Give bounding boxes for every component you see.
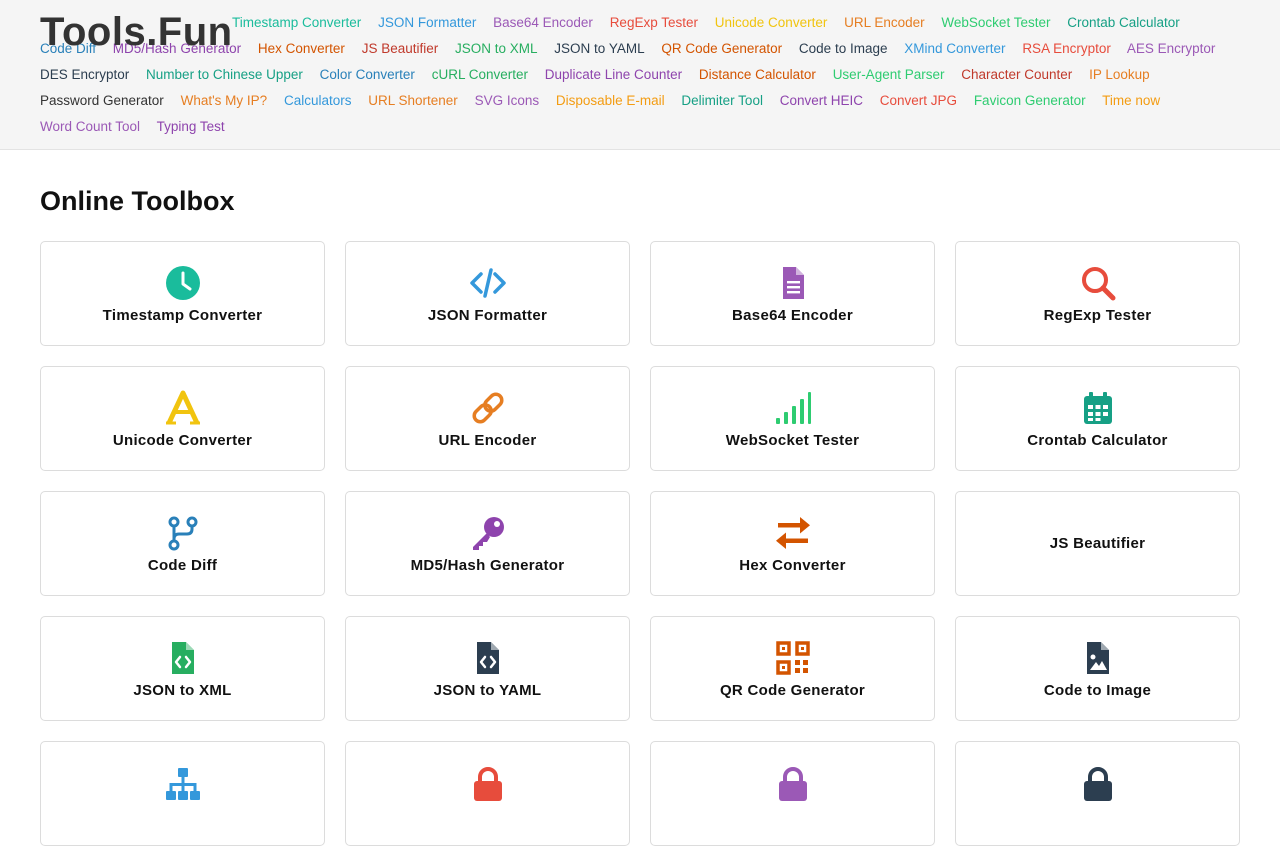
nav-link-unicode-converter[interactable]: Unicode Converter: [715, 15, 828, 30]
page-title: Online Toolbox: [40, 186, 235, 216]
nav-link-json-to-xml[interactable]: JSON to XML: [455, 41, 538, 56]
nav-link-des-encryptor[interactable]: DES Encryptor: [40, 67, 129, 82]
nav-link-json-formatter[interactable]: JSON Formatter: [378, 15, 476, 30]
nav-link-favicon-generator[interactable]: Favicon Generator: [974, 93, 1086, 108]
nav-link-xmind-converter[interactable]: XMind Converter: [904, 41, 1005, 56]
lock-icon: [773, 764, 813, 804]
tool-card-label: JS Beautifier: [1049, 535, 1146, 552]
tool-card-label: JSON to YAML: [433, 682, 542, 699]
qrcode-icon: [773, 638, 813, 678]
calendar-icon: [1078, 388, 1118, 428]
exchange-icon: [773, 513, 813, 553]
code-branch-icon: [163, 513, 203, 553]
signal-icon: [773, 388, 813, 428]
tool-card-label: WebSocket Tester: [725, 432, 860, 449]
tool-card-label: QR Code Generator: [719, 682, 866, 699]
search-icon: [1078, 263, 1118, 303]
nav-link-curl-converter[interactable]: cURL Converter: [432, 67, 528, 82]
nav-link-url-shortener[interactable]: URL Shortener: [368, 93, 458, 108]
nav-link-delimiter-tool[interactable]: Delimiter Tool: [681, 93, 763, 108]
nav-link-number-to-chinese-upper[interactable]: Number to Chinese Upper: [146, 67, 303, 82]
tool-card-hex-converter[interactable]: Hex Converter: [650, 491, 935, 596]
nav-link-distance-calculator[interactable]: Distance Calculator: [699, 67, 816, 82]
nav-link-disposable-e-mail[interactable]: Disposable E-mail: [556, 93, 665, 108]
nav-link-convert-heic[interactable]: Convert HEIC: [780, 93, 863, 108]
file-text-icon: [773, 263, 813, 303]
key-icon: [468, 513, 508, 553]
nav-link-js-beautifier[interactable]: JS Beautifier: [362, 41, 439, 56]
tool-card-label: Unicode Converter: [112, 432, 253, 449]
tool-card-timestamp-converter[interactable]: Timestamp Converter: [40, 241, 325, 346]
nav-link-ip-lookup[interactable]: IP Lookup: [1089, 67, 1150, 82]
site-header: Timestamp Converter JSON Formatter Base6…: [0, 0, 1280, 150]
tool-card[interactable]: [40, 741, 325, 846]
code-icon: [468, 263, 508, 303]
nav-link-crontab-calculator[interactable]: Crontab Calculator: [1067, 15, 1180, 30]
site-logo[interactable]: Tools.Fun: [40, 10, 233, 55]
tool-card-regexp-tester[interactable]: RegExp Tester: [955, 241, 1240, 346]
file-code-icon: [163, 638, 203, 678]
nav-link-word-count-tool[interactable]: Word Count Tool: [40, 119, 140, 134]
lock-icon: [468, 764, 508, 804]
nav-link-convert-jpg[interactable]: Convert JPG: [880, 93, 957, 108]
tool-card[interactable]: [345, 741, 630, 846]
tool-card-label: Code Diff: [147, 557, 218, 574]
tool-card[interactable]: [650, 741, 935, 846]
tool-card-json-formatter[interactable]: JSON Formatter: [345, 241, 630, 346]
tool-card-label: Crontab Calculator: [1027, 432, 1168, 449]
nav-link-code-to-image[interactable]: Code to Image: [799, 41, 888, 56]
nav-link-svg-icons[interactable]: SVG Icons: [475, 93, 540, 108]
tool-card-label: Base64 Encoder: [732, 307, 853, 324]
tool-grid: Timestamp Converter JSON Formatter Base64 …: [40, 241, 1240, 846]
tool-card-websocket-tester[interactable]: WebSocket Tester: [650, 366, 935, 471]
nav-link-character-counter[interactable]: Character Counter: [961, 67, 1072, 82]
tool-card-label: MD5/Hash Generator: [410, 557, 565, 574]
tool-card-label: JSON to XML: [133, 682, 232, 699]
nav-link-hex-converter[interactable]: Hex Converter: [258, 41, 345, 56]
tool-card-label: Timestamp Converter: [102, 307, 263, 324]
file-image-icon: [1078, 638, 1118, 678]
nav-link-url-encoder[interactable]: URL Encoder: [844, 15, 925, 30]
nav-link-rsa-encryptor[interactable]: RSA Encryptor: [1022, 41, 1111, 56]
nav-link-password-generator[interactable]: Password Generator: [40, 93, 164, 108]
clock-icon: [163, 263, 203, 303]
tool-card-label: JSON Formatter: [427, 307, 548, 324]
file-code-icon: [468, 638, 508, 678]
nav-link-calculators[interactable]: Calculators: [284, 93, 352, 108]
nav-link-time-now[interactable]: Time now: [1102, 93, 1160, 108]
tool-card-code-to-image[interactable]: Code to Image: [955, 616, 1240, 721]
tool-card-json-to-xml[interactable]: JSON to XML: [40, 616, 325, 721]
tool-card-qr-code-generator[interactable]: QR Code Generator: [650, 616, 935, 721]
font-icon: [163, 388, 203, 428]
tool-card-label: Hex Converter: [739, 557, 846, 574]
tool-card-unicode-converter[interactable]: Unicode Converter: [40, 366, 325, 471]
nav-link-json-to-yaml[interactable]: JSON to YAML: [554, 41, 644, 56]
nav-link-user-agent-parser[interactable]: User-Agent Parser: [833, 67, 945, 82]
nav-link-regexp-tester[interactable]: RegExp Tester: [610, 15, 698, 30]
nav-link-base64-encoder[interactable]: Base64 Encoder: [493, 15, 593, 30]
tool-card-md5-hash-generator[interactable]: MD5/Hash Generator: [345, 491, 630, 596]
sitemap-icon: [163, 764, 203, 804]
tool-card[interactable]: [955, 741, 1240, 846]
nav-link-timestamp-converter[interactable]: Timestamp Converter: [232, 15, 361, 30]
nav-link-color-converter[interactable]: Color Converter: [320, 67, 415, 82]
tool-card-json-to-yaml[interactable]: JSON to YAML: [345, 616, 630, 721]
nav-link-typing-test[interactable]: Typing Test: [157, 119, 225, 134]
tool-card-label: URL Encoder: [438, 432, 537, 449]
tool-card-label: RegExp Tester: [1043, 307, 1152, 324]
nav-link-what-s-my-ip[interactable]: What's My IP?: [181, 93, 268, 108]
nav-link-websocket-tester[interactable]: WebSocket Tester: [941, 15, 1050, 30]
nav-link-aes-encryptor[interactable]: AES Encryptor: [1127, 41, 1216, 56]
tool-card-url-encoder[interactable]: URL Encoder: [345, 366, 630, 471]
tool-card-crontab-calculator[interactable]: Crontab Calculator: [955, 366, 1240, 471]
link-icon: [468, 388, 508, 428]
tool-card-js-beautifier[interactable]: JS Beautifier: [955, 491, 1240, 596]
tool-card-label: Code to Image: [1043, 682, 1152, 699]
nav-link-qr-code-generator[interactable]: QR Code Generator: [661, 41, 782, 56]
tool-card-base64-encoder[interactable]: Base64 Encoder: [650, 241, 935, 346]
lock-icon: [1078, 764, 1118, 804]
tool-card-code-diff[interactable]: Code Diff: [40, 491, 325, 596]
nav-link-duplicate-line-counter[interactable]: Duplicate Line Counter: [545, 67, 682, 82]
